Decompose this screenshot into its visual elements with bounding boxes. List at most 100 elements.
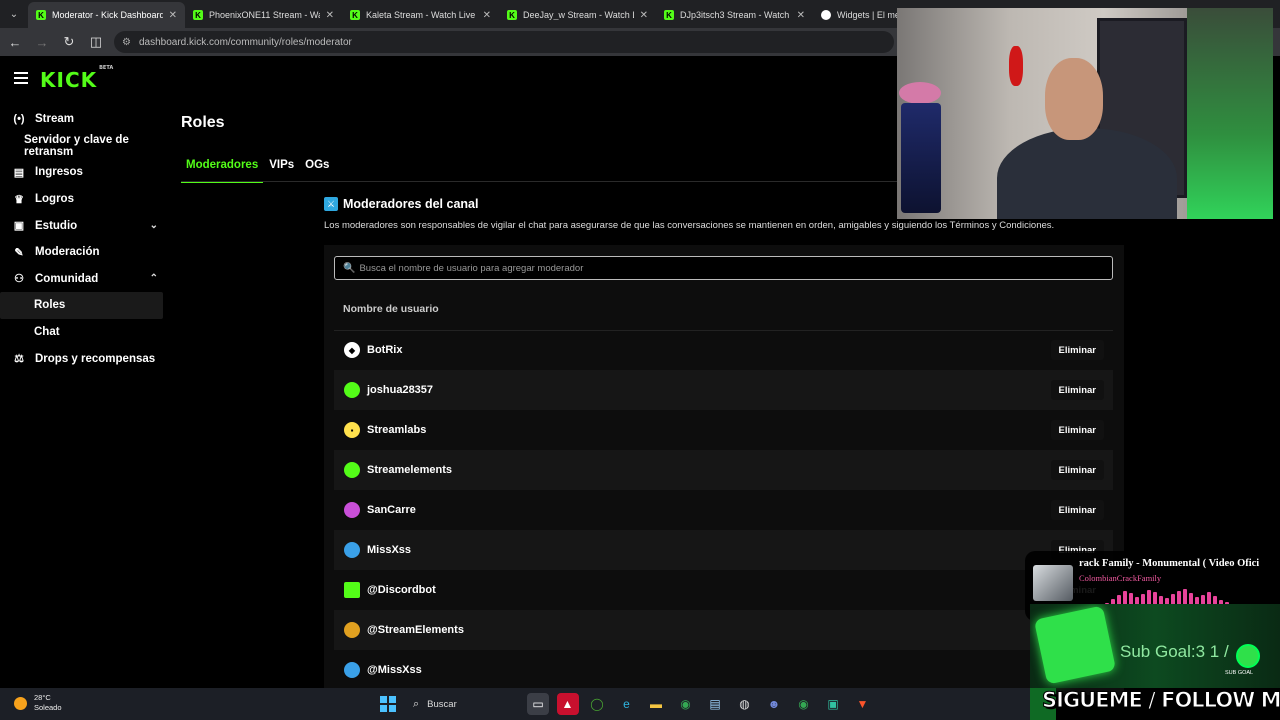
wrench-icon: ✎ (14, 246, 24, 259)
delete-button[interactable]: Eliminar (1050, 340, 1104, 360)
avatar: ▪ (344, 422, 360, 438)
sidebar-item-drops[interactable]: ⚖ Drops y recompensas (0, 345, 170, 372)
tab-ogs[interactable]: OGs (300, 156, 334, 183)
notepad-icon[interactable]: ▤ (704, 693, 726, 715)
weather-widget[interactable]: 28°C Soleado (14, 693, 62, 713)
streamlabs-icon[interactable]: ▣ (822, 693, 844, 715)
brave-icon[interactable]: ▼ (852, 693, 874, 715)
chrome-profile-icon[interactable]: ◉ (793, 693, 815, 715)
avatar (344, 382, 360, 398)
kick-logo[interactable]: KICK BETA (40, 65, 113, 92)
amd-icon[interactable]: ▲ (556, 693, 579, 715)
browser-tab-0[interactable]: K Moderator - Kick Dashboard ✕ (28, 2, 185, 28)
studio-icon: ▣ (13, 220, 25, 233)
sun-icon (14, 696, 27, 710)
table-row: @MissXss Eliminar (334, 650, 1113, 690)
browser-tab-4[interactable]: K DJp3itsch3 Stream - Watch Live ✕ (656, 2, 813, 28)
moderator-search-input[interactable] (359, 262, 1060, 274)
chrome-icon[interactable]: ◉ (675, 693, 697, 715)
delete-button[interactable]: Eliminar (1050, 380, 1104, 400)
search-icon: 🔍 (343, 262, 356, 274)
sidebar-item-moderacion[interactable]: ✎ Moderación (0, 239, 170, 266)
chevron-down-icon: ⌄ (149, 220, 158, 232)
roles-tabs: Moderadores VIPs OGs (181, 156, 335, 183)
browser-tab-3[interactable]: K DeeJay_w Stream - Watch Live ✕ (499, 2, 656, 28)
close-tab-icon[interactable]: ✕ (169, 10, 177, 21)
table-row: MissXss Eliminar (334, 530, 1113, 570)
section-description: Los moderadores son responsables de vigi… (324, 220, 1055, 231)
edge-icon[interactable]: e (616, 693, 638, 715)
table-row: joshua28357 Eliminar (334, 370, 1113, 410)
subscriber-icon (1236, 644, 1260, 668)
avatar: ◆ (344, 342, 360, 358)
close-tab-icon[interactable]: ✕ (797, 10, 805, 21)
song-title: rack Family - Monumental ( Video Ofici (1079, 558, 1260, 569)
close-tab-icon[interactable]: ✕ (326, 10, 334, 21)
tab-search-menu[interactable]: ⌄ (0, 0, 28, 28)
taskbar-apps: ⌕ Buscar ▭ ▲ ◯ e ▬ ◉ ▤ ◍ ☻ ◉ ▣ ▼ (380, 693, 881, 715)
table-row: ▪ Streamlabs Eliminar (334, 410, 1113, 450)
avatar (344, 622, 360, 638)
avatar (344, 582, 360, 598)
task-view-icon[interactable]: ▭ (527, 693, 549, 715)
drops-icon: ⚖ (14, 353, 24, 366)
obs-icon[interactable]: ◍ (734, 693, 756, 715)
sidebar-item-ingresos[interactable]: ▤ Ingresos (0, 159, 170, 186)
close-tab-icon[interactable]: ✕ (483, 10, 491, 21)
tabs-divider (181, 181, 901, 182)
tab-moderadores[interactable]: Moderadores (181, 156, 264, 183)
song-artist: ColombianCrackFamily (1079, 573, 1162, 583)
search-box[interactable]: 🔍 (334, 256, 1113, 280)
delete-button[interactable]: Eliminar (1050, 420, 1104, 440)
chevron-up-icon: ⌃ (149, 273, 158, 285)
sidebar-item-chat[interactable]: Chat (0, 319, 170, 346)
webcam-overlay (897, 8, 1273, 219)
kick-favicon-icon: K (36, 10, 46, 20)
section-header: ⚔ Moderadores del canal (324, 197, 478, 211)
column-header-username: Nombre de usuario (343, 303, 439, 315)
windows-start-icon[interactable] (380, 696, 396, 712)
table-row: @StreamElements Eliminar (334, 610, 1113, 650)
table-row: ◆ BotRix Eliminar (334, 330, 1113, 370)
table-row: @Discordbot Eliminar (334, 570, 1113, 610)
discord-icon[interactable]: ☻ (763, 693, 785, 715)
sidebar-item-estudio[interactable]: ▣ Estudio ⌄ (0, 212, 170, 239)
kick-favicon-icon: K (664, 10, 674, 20)
split-view-icon[interactable]: ◫ (84, 30, 108, 54)
browser-tab-2[interactable]: K Kaleta Stream - Watch Live on K ✕ (342, 2, 499, 28)
community-icon: ⚇ (14, 273, 24, 286)
xbox-icon[interactable]: ◯ (586, 693, 608, 715)
follow-me-banner: SIGUEME / FOLLOW ME (1042, 688, 1280, 713)
table-row: Streamelements Eliminar (334, 450, 1113, 490)
forward-arrow-icon[interactable]: → (30, 30, 54, 54)
table-row: SanCarre Eliminar (334, 490, 1113, 530)
avatar (344, 542, 360, 558)
screen: ⌄ K Moderator - Kick Dashboard ✕ K Phoen… (0, 0, 1280, 720)
sidebar-item-stream[interactable]: (•) Stream (0, 106, 170, 133)
browser-tab-1[interactable]: K PhoenixONE11 Stream - Watch ✕ (185, 2, 342, 28)
taskbar-search[interactable]: ⌕ Buscar (407, 693, 507, 715)
url-text: dashboard.kick.com/community/roles/moder… (138, 36, 352, 48)
address-bar[interactable]: ⚙ dashboard.kick.com/community/roles/mod… (114, 31, 894, 53)
moderators-panel: 🔍 Nombre de usuario ◆ BotRix Eliminar jo… (324, 245, 1124, 695)
delete-button[interactable]: Eliminar (1050, 500, 1104, 520)
reload-icon[interactable]: ↻ (57, 30, 81, 54)
tab-vips[interactable]: VIPs (264, 156, 299, 183)
close-tab-icon[interactable]: ✕ (640, 10, 648, 21)
sidebar-item-roles[interactable]: Roles (0, 292, 163, 319)
sidebar-item-server-key[interactable]: Servidor y clave de retransm (0, 133, 170, 160)
trophy-icon: ♛ (14, 193, 24, 206)
hamburger-menu-icon[interactable] (14, 72, 28, 84)
sword-icon: ⚔ (324, 197, 338, 211)
kick-favicon-icon: K (507, 10, 517, 20)
avatar (344, 662, 360, 678)
site-info-icon[interactable]: ⚙ (122, 37, 131, 48)
sidebar-item-logros[interactable]: ♛ Logros (0, 186, 170, 213)
back-arrow-icon[interactable]: ← (3, 30, 27, 54)
sidebar-item-comunidad[interactable]: ⚇ Comunidad ⌃ (0, 266, 170, 293)
file-explorer-icon[interactable]: ▬ (645, 693, 667, 715)
delete-button[interactable]: Eliminar (1050, 460, 1104, 480)
sub-goal-text: Sub Goal:3 1 / (1120, 642, 1229, 661)
search-icon: ⌕ (413, 697, 420, 710)
sub-goal-label: SUB GOAL (1225, 670, 1254, 676)
